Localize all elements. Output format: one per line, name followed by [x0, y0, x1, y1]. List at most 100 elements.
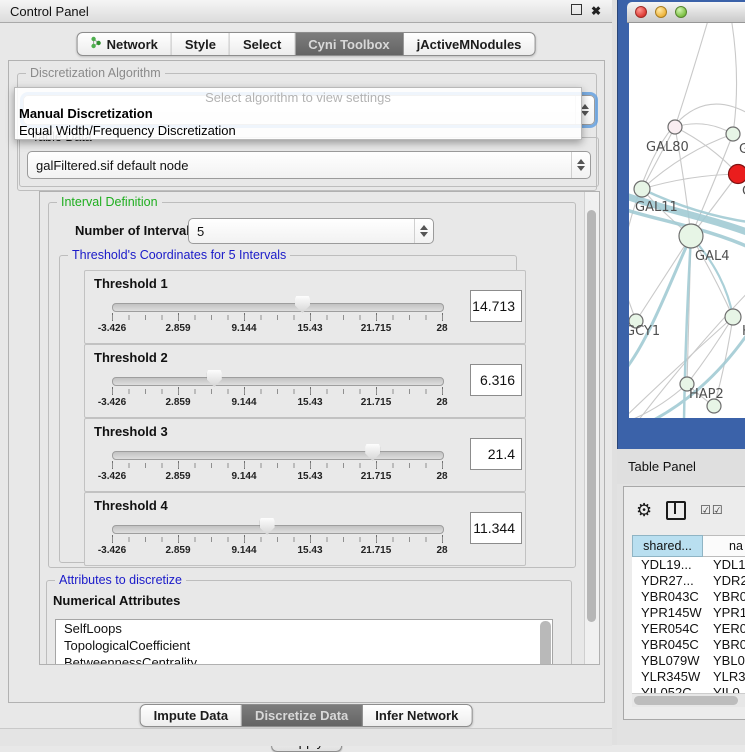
table-row[interactable]: YPR145WYPR1 — [632, 605, 745, 621]
table-row[interactable]: YIL052CYIL0 — [632, 685, 745, 693]
threshold-1-slider-track[interactable] — [112, 303, 444, 312]
svg-text:GCY1: GCY1 — [629, 324, 660, 339]
table-row[interactable]: YER054CYER0 — [632, 621, 745, 637]
svg-text:G: G — [739, 142, 745, 157]
interval-definition-title: Interval Definition — [57, 195, 162, 209]
table-data-combobox[interactable]: galFiltered.sif default node — [27, 151, 591, 179]
tick-label: 2.859 — [165, 323, 190, 334]
slider-ticks — [112, 389, 443, 394]
threshold-2-panel: Threshold 2 -3.426 2.859 9.144 15.43 21.… — [84, 344, 526, 418]
node-gal4[interactable] — [679, 224, 703, 248]
table-row[interactable]: YBL079WYBL0 — [632, 653, 745, 669]
table-row[interactable]: YBR043CYBR0 — [632, 589, 745, 605]
threshold-4-value-field[interactable]: 11.344 — [470, 512, 522, 544]
right-column: GAL80 G C GAL11 GAL4 GCY1 H HAP2 Table P… — [612, 0, 745, 745]
list-item[interactable]: TopologicalCoefficient — [56, 637, 552, 654]
float-icon[interactable] — [566, 4, 586, 18]
tab-cyni-toolbox[interactable]: Cyni Toolbox — [295, 33, 403, 55]
threshold-3-panel: Threshold 3 -3.426 2.859 9.144 15.43 21.… — [84, 418, 526, 492]
numerical-attributes-list[interactable]: SelfLoops TopologicalCoefficient Between… — [55, 619, 553, 665]
node-top-right[interactable] — [726, 127, 740, 141]
number-of-intervals-spinner[interactable]: 5 — [188, 218, 434, 244]
tab-jactivemnodules-label: jActiveMNodules — [417, 37, 522, 52]
tab-impute-data[interactable]: Impute Data — [141, 705, 242, 726]
list-item[interactable]: SelfLoops — [56, 620, 552, 637]
threshold-3-slider-track[interactable] — [112, 451, 444, 460]
tab-impute-data-label: Impute Data — [154, 708, 228, 723]
close-traffic-light-icon[interactable] — [635, 6, 647, 18]
tick-label: 28 — [436, 323, 447, 334]
node-selected-red[interactable] — [729, 165, 745, 184]
thresholds-title: Threshold's Coordinates for 5 Intervals — [68, 248, 290, 262]
tab-discretize-data[interactable]: Discretize Data — [242, 705, 362, 726]
control-panel-title: Control Panel — [0, 4, 566, 19]
table-panel-title: Table Panel — [628, 459, 696, 474]
slider-ticks — [112, 537, 443, 542]
table-data-value: galFiltered.sif default node — [36, 158, 188, 173]
tab-infer-network-label: Infer Network — [375, 708, 458, 723]
slider-ticks — [112, 315, 443, 320]
threshold-4-panel: Threshold 4 -3.426 2.859 9.144 15.43 21.… — [84, 492, 526, 566]
network-canvas[interactable]: GAL80 G C GAL11 GAL4 GCY1 H HAP2 — [629, 23, 745, 418]
menu-item-equal-width-frequency[interactable]: Equal Width/Frequency Discretization — [15, 122, 581, 139]
tick-label: 2.859 — [165, 545, 190, 556]
table-row[interactable]: YBR045CYBR0 — [632, 637, 745, 653]
svg-text:GAL4: GAL4 — [695, 249, 729, 264]
number-of-intervals-label: Number of Intervals — [75, 223, 197, 238]
node-gal11[interactable] — [634, 181, 650, 197]
threshold-2-slider-track[interactable] — [112, 377, 444, 386]
table-horizontal-scrollbar-thumb[interactable] — [634, 696, 738, 705]
column-header-shared-name[interactable]: shared... — [632, 535, 703, 557]
menu-item-manual-discretization[interactable]: Manual Discretization — [15, 105, 581, 122]
screen: Control Panel ✖ Network — [0, 0, 745, 745]
tab-select[interactable]: Select — [230, 33, 295, 55]
control-panel: Control Panel ✖ Network — [0, 0, 612, 745]
tick-label: 28 — [436, 545, 447, 556]
tab-infer-network[interactable]: Infer Network — [362, 705, 471, 726]
tab-jactivemnodules[interactable]: jActiveMNodules — [404, 33, 535, 55]
slider-ticks — [112, 463, 443, 468]
table-rows: YDL19...YDL1 YDR27...YDR2 YBR043CYBR0 YP… — [632, 557, 745, 693]
threshold-1-panel: Threshold 1 -3.426 2.859 9.144 15.43 21.… — [84, 270, 526, 344]
svg-text:GAL80: GAL80 — [646, 140, 689, 155]
close-icon[interactable]: ✖ — [586, 4, 606, 18]
minimize-traffic-light-icon[interactable] — [655, 6, 667, 18]
tab-select-label: Select — [243, 37, 281, 52]
table-row[interactable]: YDR27...YDR2 — [632, 573, 745, 589]
settings-scrollbar-thumb[interactable] — [587, 210, 596, 622]
gear-icon[interactable]: ⚙ — [636, 501, 652, 519]
network-window: GAL80 G C GAL11 GAL4 GCY1 H HAP2 — [617, 0, 745, 449]
table-row[interactable]: YDL19...YDL1 — [632, 557, 745, 573]
number-of-intervals-value: 5 — [197, 224, 204, 239]
tab-style-label: Style — [185, 37, 216, 52]
tick-label: 2.859 — [165, 397, 190, 408]
attributes-title: Attributes to discretize — [55, 573, 186, 587]
node-right-mid[interactable] — [725, 309, 741, 325]
discretization-algorithm-title: Discretization Algorithm — [26, 66, 165, 80]
zoom-traffic-light-icon[interactable] — [675, 6, 687, 18]
numerical-attributes-label: Numerical Attributes — [53, 593, 180, 608]
threshold-1-value-field[interactable]: 14.713 — [470, 290, 522, 322]
list-scrollbar[interactable] — [540, 621, 551, 665]
threshold-2-value-field[interactable]: 6.316 — [470, 364, 522, 396]
tab-style[interactable]: Style — [172, 33, 230, 55]
table-row[interactable]: YLR345WYLR3 — [632, 669, 745, 685]
table-panel-body: ⚙ ☑☑ shared... na YDL19...YDL1 YDR27...Y… — [623, 486, 745, 720]
thresholds-group: Threshold's Coordinates for 5 Intervals … — [59, 255, 517, 563]
column-header-name[interactable]: na — [703, 535, 745, 557]
settings-scrollbar[interactable] — [584, 192, 599, 664]
table-horizontal-scrollbar[interactable] — [632, 693, 745, 707]
threshold-1-label: Threshold 1 — [94, 276, 168, 291]
tick-label: 21.715 — [361, 323, 392, 334]
threshold-3-value-field[interactable]: 21.4 — [470, 438, 522, 470]
split-view-icon[interactable] — [666, 501, 686, 520]
node-gal80[interactable] — [668, 120, 682, 134]
threshold-4-label: Threshold 4 — [94, 498, 168, 513]
list-item[interactable]: BetweennessCentrality — [56, 654, 552, 665]
checkbox-icons[interactable]: ☑☑ — [700, 503, 724, 517]
table-header-row: shared... na — [632, 535, 745, 557]
cyni-mode-tabs: Impute Data Discretize Data Infer Networ… — [140, 704, 473, 727]
tab-network[interactable]: Network — [78, 33, 172, 55]
threshold-4-slider-track[interactable] — [112, 525, 444, 534]
tick-label: 9.144 — [231, 323, 256, 334]
